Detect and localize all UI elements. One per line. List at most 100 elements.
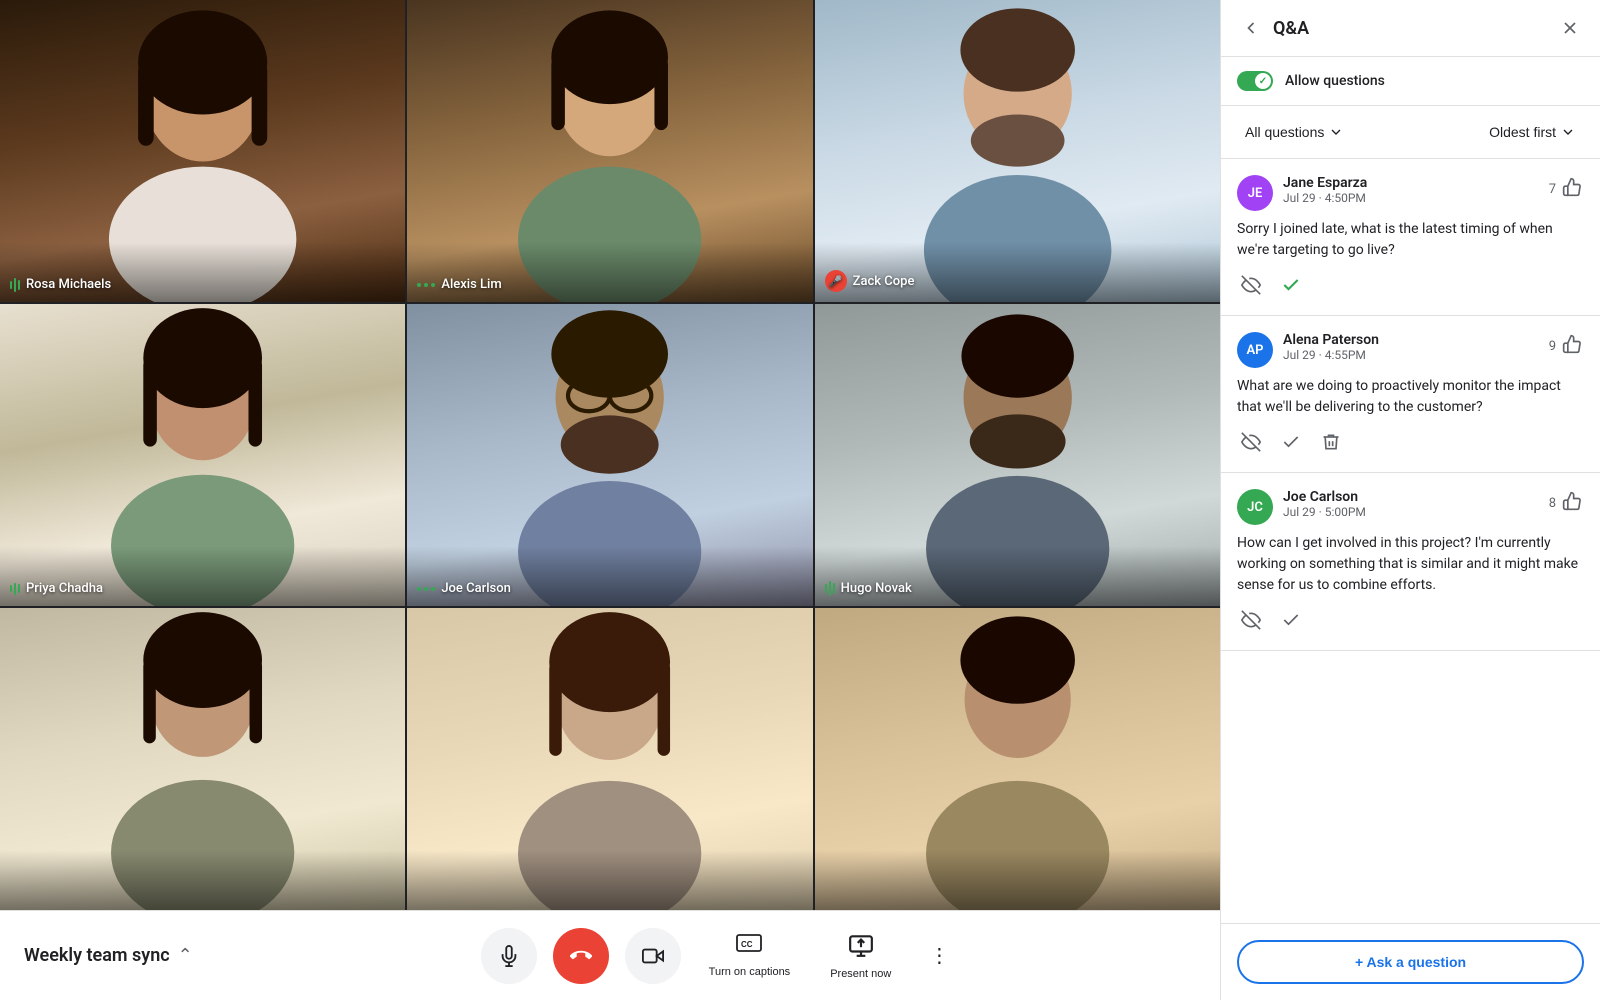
participant-label: Hugo Novak: [825, 581, 912, 596]
speaking-dots-icon: [417, 587, 435, 591]
present-button[interactable]: Present now: [818, 924, 903, 988]
participant-label: Priya Chadha: [10, 581, 103, 596]
question-actions: [1237, 271, 1584, 299]
avatar: JC: [1237, 489, 1273, 525]
mark-answered-button[interactable]: [1277, 271, 1305, 299]
hide-question-button[interactable]: [1237, 271, 1265, 299]
filter-row: All questions Oldest first: [1221, 106, 1600, 159]
all-questions-filter[interactable]: All questions: [1237, 118, 1352, 146]
speaking-icon: [10, 278, 20, 292]
allow-questions-label: Allow questions: [1285, 73, 1385, 89]
video-tile[interactable]: [815, 608, 1220, 910]
like-count: 8: [1549, 496, 1556, 511]
question-meta: Jane Esparza Jul 29 · 4:50PM: [1283, 175, 1539, 205]
bottom-bar: Weekly team sync ⌃: [0, 910, 1220, 1000]
oldest-first-label: Oldest first: [1489, 124, 1556, 140]
participant-name: Hugo Novak: [841, 581, 912, 596]
participant-label: Alexis Lim: [417, 277, 501, 292]
question-header: JE Jane Esparza Jul 29 · 4:50PM 7: [1237, 175, 1584, 211]
video-tile[interactable]: Hugo Novak: [815, 304, 1220, 606]
like-count: 9: [1549, 339, 1556, 354]
qa-close-button[interactable]: [1556, 14, 1584, 42]
qa-title: Q&A: [1273, 18, 1548, 39]
more-options-button[interactable]: ⋮: [919, 936, 959, 976]
participant-name: Zack Cope: [853, 274, 915, 289]
oldest-first-filter[interactable]: Oldest first: [1481, 118, 1584, 146]
end-call-button[interactable]: [553, 928, 609, 984]
video-area: Rosa Michaels Ale: [0, 0, 1220, 1000]
allow-questions-toggle[interactable]: ✓: [1237, 71, 1273, 91]
video-tile[interactable]: Priya Chadha: [0, 304, 405, 606]
present-icon: [848, 932, 874, 964]
chevron-up-icon[interactable]: ⌃: [178, 945, 193, 966]
video-tile[interactable]: Rosa Michaels: [0, 0, 405, 302]
participant-name: Priya Chadha: [26, 581, 103, 596]
participant-label: Rosa Michaels: [10, 277, 111, 292]
video-tile[interactable]: Alexis Lim: [407, 0, 812, 302]
participant-label: 🎤 Zack Cope: [825, 270, 915, 292]
muted-icon: 🎤: [825, 270, 847, 292]
like-button[interactable]: [1560, 332, 1584, 361]
question-header: AP Alena Paterson Jul 29 · 4:55PM 9: [1237, 332, 1584, 368]
qa-footer: + Ask a question: [1221, 923, 1600, 1000]
avatar: AP: [1237, 332, 1273, 368]
participant-name: Alexis Lim: [441, 277, 501, 292]
like-button[interactable]: [1560, 489, 1584, 518]
question-text: What are we doing to proactively monitor…: [1237, 376, 1584, 418]
present-label: Present now: [830, 968, 891, 980]
video-button[interactable]: [625, 928, 681, 984]
all-questions-label: All questions: [1245, 124, 1324, 140]
question-actions: [1237, 428, 1584, 456]
mark-answered-button[interactable]: [1277, 428, 1305, 456]
like-button[interactable]: [1560, 175, 1584, 204]
delete-question-button[interactable]: [1317, 428, 1345, 456]
hide-question-button[interactable]: [1237, 606, 1265, 634]
question-time: Jul 29 · 4:55PM: [1283, 348, 1539, 362]
speaking-dots-icon: [417, 283, 435, 287]
svg-text:CC: CC: [741, 940, 753, 949]
video-grid: Rosa Michaels Ale: [0, 0, 1220, 910]
question-author: Jane Esparza: [1283, 175, 1539, 191]
ask-question-button[interactable]: + Ask a question: [1237, 940, 1584, 984]
meeting-title: Weekly team sync: [24, 945, 170, 966]
like-area: 9: [1549, 332, 1584, 361]
hide-question-button[interactable]: [1237, 428, 1265, 456]
video-tile[interactable]: [0, 608, 405, 910]
speaking-icon: [825, 581, 835, 596]
toggle-check-icon: ✓: [1259, 76, 1267, 87]
video-tile[interactable]: 🎤 Zack Cope: [815, 0, 1220, 302]
qa-panel: Q&A ✓ Allow questions All questions Olde…: [1220, 0, 1600, 1000]
qa-header: Q&A: [1221, 0, 1600, 57]
video-tile[interactable]: [407, 608, 812, 910]
question-text: Sorry I joined late, what is the latest …: [1237, 219, 1584, 261]
captions-button[interactable]: CC Turn on captions: [697, 926, 803, 986]
question-text: How can I get involved in this project? …: [1237, 533, 1584, 596]
controls-center: CC Turn on captions Present now ⋮: [244, 924, 1196, 988]
like-area: 8: [1549, 489, 1584, 518]
speaking-icon: [10, 583, 20, 595]
questions-list: JE Jane Esparza Jul 29 · 4:50PM 7 Sorry …: [1221, 159, 1600, 923]
mute-button[interactable]: [481, 928, 537, 984]
allow-questions-row: ✓ Allow questions: [1221, 57, 1600, 106]
captions-label: Turn on captions: [709, 966, 791, 978]
meeting-title-area: Weekly team sync ⌃: [24, 945, 244, 966]
like-count: 7: [1549, 182, 1556, 197]
participant-label: Joe Carlson: [417, 581, 511, 596]
participant-name: Joe Carlson: [441, 581, 511, 596]
question-time: Jul 29 · 4:50PM: [1283, 191, 1539, 205]
question-card: JC Joe Carlson Jul 29 · 5:00PM 8 How can…: [1221, 473, 1600, 651]
participant-name: Rosa Michaels: [26, 277, 111, 292]
avatar: JE: [1237, 175, 1273, 211]
video-tile[interactable]: Joe Carlson: [407, 304, 812, 606]
question-card: JE Jane Esparza Jul 29 · 4:50PM 7 Sorry …: [1221, 159, 1600, 316]
question-header: JC Joe Carlson Jul 29 · 5:00PM 8: [1237, 489, 1584, 525]
question-actions: [1237, 606, 1584, 634]
question-card: AP Alena Paterson Jul 29 · 4:55PM 9 What…: [1221, 316, 1600, 473]
toggle-thumb: ✓: [1255, 73, 1271, 89]
qa-back-button[interactable]: [1237, 14, 1265, 42]
question-meta: Joe Carlson Jul 29 · 5:00PM: [1283, 489, 1539, 519]
mark-answered-button[interactable]: [1277, 606, 1305, 634]
question-time: Jul 29 · 5:00PM: [1283, 505, 1539, 519]
like-area: 7: [1549, 175, 1584, 204]
question-author: Alena Paterson: [1283, 332, 1539, 348]
